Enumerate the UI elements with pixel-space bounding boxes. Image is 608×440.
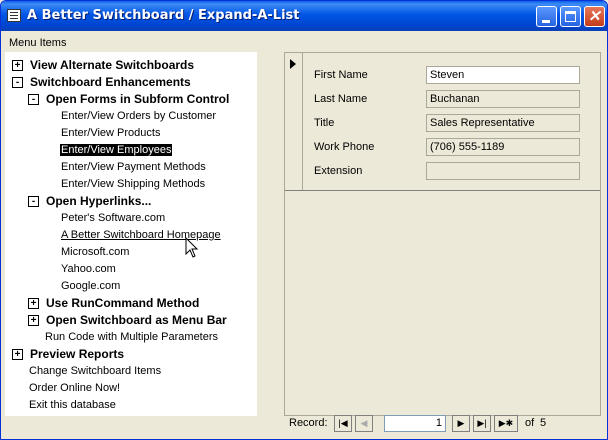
title-label: Title [314,117,335,129]
tree-item-label: Enter/View Payment Methods [61,161,206,173]
record-selector[interactable] [285,53,303,190]
tree-item-label: Enter/View Orders by Customer [61,110,217,122]
previous-record-icon: ◀ [360,418,368,428]
new-record-icon: ▶✱ [498,418,514,428]
tree-item-shipping-methods[interactable]: Enter/View Shipping Methods [61,176,205,192]
mouse-pointer-icon [185,237,199,258]
tree-item-label: Switchboard Enhancements [30,75,191,89]
form-section-divider [285,190,600,191]
first-record-button[interactable]: |◀ [334,415,352,432]
extension-field[interactable] [426,162,580,180]
first-name-label: First Name [314,69,368,81]
record-navigator: Record: |◀ ◀ 1 ▶ ▶| ▶✱ of 5 [289,415,601,433]
maximize-icon [565,11,576,22]
tree-item-label: Use RunCommand Method [46,296,200,310]
last-record-button[interactable]: ▶| [473,415,491,432]
tree-item-label: Run Code with Multiple Parameters [45,331,219,343]
expand-icon[interactable]: + [28,315,39,326]
current-record-arrow-icon [290,59,296,69]
tree-item-microsoft[interactable]: Microsoft.com [61,244,129,260]
tree-item-label: Order Online Now! [29,382,121,394]
tree-item-label: Open Forms in Subform Control [46,92,230,106]
work-phone-label: Work Phone [314,141,375,153]
tree-item-label: Peter's Software.com [61,212,166,224]
title-bar[interactable]: A Better Switchboard / Expand-A-List ✕ [1,1,607,31]
expand-icon[interactable]: + [12,60,23,71]
tree-item-label: Preview Reports [30,347,125,361]
title-field[interactable]: Sales Representative [426,114,580,132]
first-name-field[interactable]: Steven [426,66,580,84]
minimize-icon [542,20,550,23]
tree-item-employees[interactable]: Enter/View Employees [60,142,173,158]
expand-icon[interactable]: + [28,298,39,309]
next-record-button[interactable]: ▶ [452,415,470,432]
tree-item-label: Enter/View Products [61,127,161,139]
tree-item-exit-database[interactable]: Exit this database [29,397,116,413]
tree-item-label: Google.com [61,280,121,292]
record-number-input[interactable]: 1 [384,415,446,432]
last-name-field[interactable]: Buchanan [426,90,580,108]
next-record-icon: ▶ [457,418,465,428]
record-label: Record: [289,417,328,429]
tree-item-products[interactable]: Enter/View Products [61,125,160,141]
tree-item-label: View Alternate Switchboards [30,58,195,72]
collapse-icon[interactable]: - [12,77,23,88]
expand-icon[interactable]: + [12,349,23,360]
first-record-icon: |◀ [338,418,348,428]
tree-item-run-code[interactable]: Run Code with Multiple Parameters [45,329,218,345]
work-phone-field[interactable]: (706) 555-1189 [426,138,580,156]
tree-item-order-online[interactable]: Order Online Now! [29,380,120,396]
close-button[interactable]: ✕ [584,6,605,27]
tree-item-label: Yahoo.com [61,263,116,275]
collapse-icon[interactable]: - [28,94,39,105]
maximize-button[interactable] [560,6,581,27]
tree-item-label: Microsoft.com [61,246,130,258]
tree-item-label: Exit this database [29,399,116,411]
menu-tree[interactable]: + View Alternate Switchboards - Switchbo… [5,52,257,416]
employee-subform: First Name Steven Last Name Buchanan Tit… [284,52,601,416]
app-window: A Better Switchboard / Expand-A-List ✕ M… [0,0,608,440]
tree-item-label: Open Hyperlinks... [46,194,152,208]
tree-item-yahoo[interactable]: Yahoo.com [61,261,116,277]
tree-item-peters-software[interactable]: Peter's Software.com [61,210,165,226]
minimize-button[interactable] [536,6,557,27]
last-record-icon: ▶| [477,418,487,428]
menu-items-label: Menu Items [9,37,67,49]
window-title: A Better Switchboard / Expand-A-List [27,8,300,23]
tree-item-label: Enter/View Shipping Methods [61,178,206,190]
record-of-label: of [525,417,535,429]
last-name-label: Last Name [314,93,368,105]
form-icon[interactable] [7,9,21,22]
previous-record-button[interactable]: ◀ [355,415,373,432]
tree-item-google[interactable]: Google.com [61,278,120,294]
tree-item-label: Change Switchboard Items [29,365,162,377]
tree-item-payment-methods[interactable]: Enter/View Payment Methods [61,159,206,175]
extension-label: Extension [314,165,363,177]
close-icon: ✕ [588,8,601,25]
collapse-icon[interactable]: - [28,196,39,207]
tree-item-label: Enter/View Employees [60,144,173,156]
tree-item-orders-by-customer[interactable]: Enter/View Orders by Customer [61,108,216,124]
new-record-button[interactable]: ▶✱ [494,415,518,432]
tree-item-change-switchboard[interactable]: Change Switchboard Items [29,363,161,379]
record-total: 5 [540,417,547,429]
tree-item-label: Open Switchboard as Menu Bar [46,313,227,327]
